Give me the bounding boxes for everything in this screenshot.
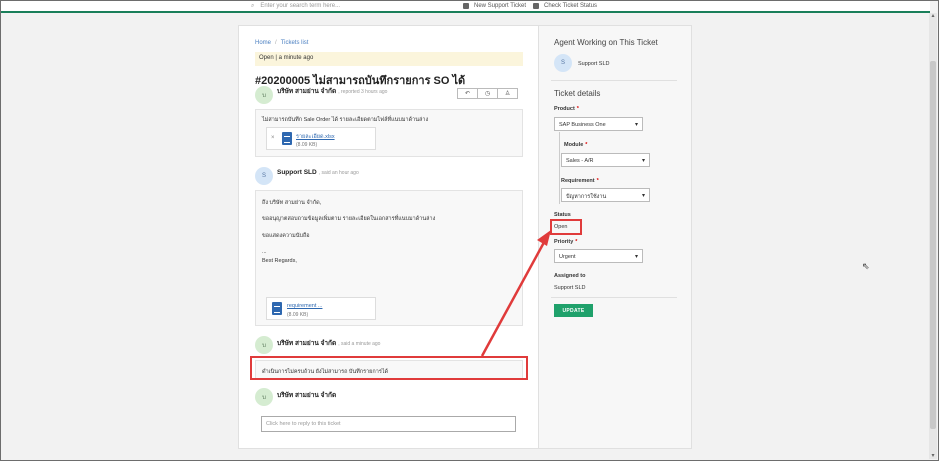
- page-scrollbar[interactable]: ▴ ▾: [929, 13, 937, 459]
- mouse-cursor-icon: ⇖: [862, 261, 870, 271]
- scroll-up-icon[interactable]: ▴: [930, 13, 936, 19]
- arrow-head: [537, 230, 551, 246]
- annotation-arrow: [480, 230, 551, 357]
- scrollbar-thumb[interactable]: [930, 61, 936, 429]
- scroll-down-icon[interactable]: ▾: [930, 453, 936, 459]
- arrow-line: [480, 234, 550, 357]
- browser-frame: ⌕ Enter your search term here... New Sup…: [0, 0, 939, 461]
